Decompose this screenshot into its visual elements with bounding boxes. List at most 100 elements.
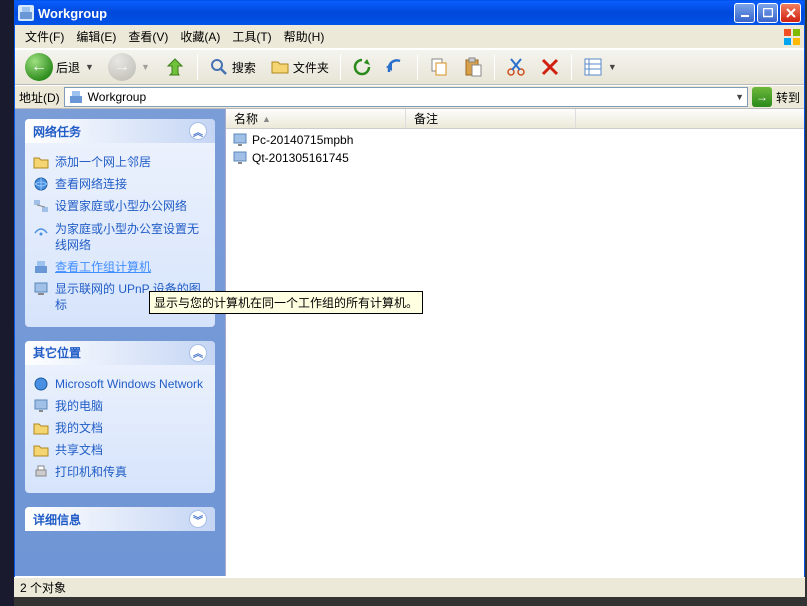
panel-title: 网络任务 — [33, 123, 81, 140]
sidebar: 网络任务 ︽ 添加一个网上邻居 查看网络连接 设置家庭或小型办公网络 为家庭或小… — [15, 109, 225, 576]
addressbar: 地址(D) Workgroup ▼ → 转到 — [15, 85, 804, 109]
collapse-icon: ︽ — [189, 344, 207, 362]
chevron-down-icon[interactable]: ▼ — [735, 92, 744, 102]
up-icon — [164, 56, 186, 78]
maximize-button[interactable] — [757, 3, 778, 23]
menu-view[interactable]: 查看(V) — [122, 26, 174, 47]
address-value: Workgroup — [88, 90, 146, 104]
delete-icon — [540, 57, 560, 77]
address-label: 地址(D) — [19, 89, 60, 106]
content-area: 网络任务 ︽ 添加一个网上邻居 查看网络连接 设置家庭或小型办公网络 为家庭或小… — [15, 109, 804, 576]
paste-icon — [463, 57, 483, 77]
column-comments[interactable]: 备注 — [406, 109, 576, 128]
folder-icon — [33, 442, 49, 458]
computer-icon — [232, 150, 248, 166]
paste-button[interactable] — [457, 52, 489, 82]
monitor-icon — [33, 281, 49, 297]
task-view-connections[interactable]: 查看网络连接 — [33, 173, 207, 195]
window-icon — [18, 5, 34, 21]
folder-icon — [270, 57, 290, 77]
search-icon — [209, 57, 229, 77]
toolbar-separator — [494, 54, 495, 80]
statusbar: 2 个对象 — [14, 577, 805, 597]
list-item[interactable]: Pc-20140715mpbh — [228, 131, 802, 149]
window-title: Workgroup — [38, 6, 107, 21]
details-header[interactable]: 详细信息 ︾ — [25, 507, 215, 531]
other-places-panel: 其它位置 ︽ Microsoft Windows Network 我的电脑 我的… — [25, 341, 215, 494]
panel-title: 其它位置 — [33, 344, 81, 361]
toolbar-separator — [571, 54, 572, 80]
desktop-edge — [0, 0, 14, 606]
toolbar-separator — [417, 54, 418, 80]
task-add-network-place[interactable]: 添加一个网上邻居 — [33, 151, 207, 173]
computer-icon — [33, 398, 49, 414]
menu-help[interactable]: 帮助(H) — [278, 26, 331, 47]
folders-label: 文件夹 — [293, 59, 329, 76]
windows-logo-icon — [782, 27, 802, 47]
status-text: 2 个对象 — [20, 579, 66, 596]
go-button[interactable]: → — [752, 87, 772, 107]
menu-tools[interactable]: 工具(T) — [226, 26, 277, 47]
menu-file[interactable]: 文件(F) — [19, 26, 70, 47]
menu-edit[interactable]: 编辑(E) — [70, 26, 122, 47]
close-button[interactable] — [780, 3, 801, 23]
chevron-down-icon: ▼ — [141, 62, 150, 72]
item-name: Qt-201305161745 — [252, 151, 349, 165]
forward-icon: → — [108, 53, 136, 81]
task-view-workgroup[interactable]: 查看工作组计算机 — [33, 256, 207, 278]
up-button[interactable] — [158, 52, 192, 82]
tooltip: 显示与您的计算机在同一个工作组的所有计算机。 — [149, 291, 423, 314]
toolbar-separator — [340, 54, 341, 80]
expand-icon: ︾ — [189, 510, 207, 528]
place-shared-documents[interactable]: 共享文档 — [33, 439, 207, 461]
network-tasks-header[interactable]: 网络任务 ︽ — [25, 119, 215, 143]
cut-button[interactable] — [500, 52, 532, 82]
undo-icon — [386, 57, 406, 77]
place-windows-network[interactable]: Microsoft Windows Network — [33, 373, 207, 395]
computer-icon — [232, 132, 248, 148]
menu-favorites[interactable]: 收藏(A) — [174, 26, 226, 47]
wireless-icon — [33, 221, 49, 237]
column-headers: 名称▲ 备注 — [226, 109, 804, 129]
other-places-header[interactable]: 其它位置 ︽ — [25, 341, 215, 365]
copy-button[interactable] — [423, 52, 455, 82]
column-name[interactable]: 名称▲ — [226, 109, 406, 128]
back-icon: ← — [25, 53, 53, 81]
titlebar[interactable]: Workgroup — [15, 1, 804, 25]
address-input[interactable]: Workgroup ▼ — [64, 87, 748, 107]
place-my-computer[interactable]: 我的电脑 — [33, 395, 207, 417]
globe-icon — [33, 376, 49, 392]
scissors-icon — [506, 57, 526, 77]
sort-ascending-icon: ▲ — [262, 114, 271, 124]
workgroup-icon — [33, 259, 49, 275]
undo-button[interactable] — [380, 52, 412, 82]
task-setup-wireless[interactable]: 为家庭或小型办公室设置无线网络 — [33, 218, 207, 256]
forward-button[interactable]: → ▼ — [102, 52, 156, 82]
task-setup-network[interactable]: 设置家庭或小型办公网络 — [33, 195, 207, 217]
search-label: 搜索 — [232, 59, 256, 76]
refresh-button[interactable] — [346, 52, 378, 82]
item-name: Pc-20140715mpbh — [252, 133, 353, 147]
search-button[interactable]: 搜索 — [203, 52, 262, 82]
chevron-down-icon: ▼ — [85, 62, 94, 72]
item-list[interactable]: Pc-20140715mpbh Qt-201305161745 — [226, 129, 804, 169]
minimize-button[interactable] — [734, 3, 755, 23]
delete-button[interactable] — [534, 52, 566, 82]
back-button[interactable]: ← 后退 ▼ — [19, 52, 100, 82]
refresh-icon — [352, 57, 372, 77]
toolbar: ← 后退 ▼ → ▼ 搜索 文件夹 ▼ — [15, 49, 804, 85]
folders-button[interactable]: 文件夹 — [264, 52, 335, 82]
panel-title: 详细信息 — [33, 511, 81, 528]
printer-icon — [33, 464, 49, 480]
back-label: 后退 — [56, 59, 80, 76]
views-icon — [583, 57, 603, 77]
globe-icon — [33, 176, 49, 192]
folder-icon — [33, 420, 49, 436]
collapse-icon: ︽ — [189, 122, 207, 140]
list-item[interactable]: Qt-201305161745 — [228, 149, 802, 167]
place-printers[interactable]: 打印机和传真 — [33, 461, 207, 483]
views-button[interactable]: ▼ — [577, 52, 623, 82]
copy-icon — [429, 57, 449, 77]
go-label: 转到 — [776, 89, 800, 106]
place-my-documents[interactable]: 我的文档 — [33, 417, 207, 439]
